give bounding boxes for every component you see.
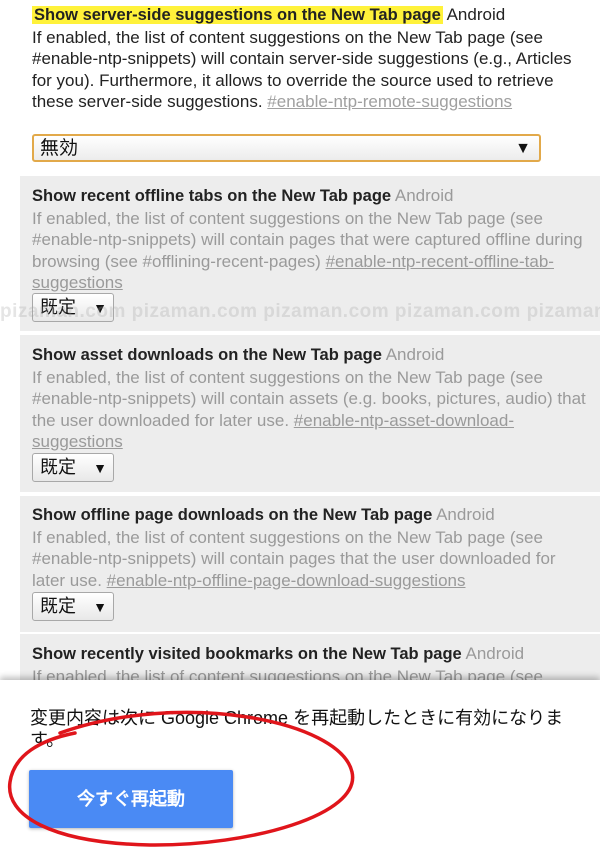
flag-ntp-recent-bookmarks: Show recently visited bookmarks on the N… [20,634,600,680]
flag-ntp-remote-suggestions: Show server-side suggestions on the New … [20,0,600,170]
flag-title: Show offline page downloads on the New T… [32,506,433,524]
dropdown-arrow-icon: ▼ [93,599,107,615]
flag-description: If enabled, the list of content suggesti… [32,208,583,293]
flag-select[interactable]: 既定 ▼ [32,592,114,621]
flag-select[interactable]: 既定 ▼ [32,293,114,322]
flag-platform: Android [394,186,454,205]
select-value: 既定 [40,457,76,477]
restart-message: 変更内容は次に Google Chrome を再起動したときに有効になります。 [30,708,564,750]
chrome-flags-page: Show server-side suggestions on the New … [0,0,600,851]
flag-ntp-asset-download-suggestions: Show asset downloads on the New Tab page… [20,335,600,492]
dropdown-arrow-icon: ▼ [93,460,107,476]
flag-link[interactable]: #enable-ntp-offline-page-download-sugges… [107,571,466,590]
flag-ntp-recent-offline-tab-suggestions: Show recent offline tabs on the New Tab … [20,176,600,331]
restart-now-button[interactable]: 今すぐ再起動 [29,770,233,828]
flag-select[interactable]: 既定 ▼ [32,453,114,482]
flag-link[interactable]: #enable-ntp-remote-suggestions [267,92,512,111]
flag-platform: Android [465,644,525,663]
select-value: 無効 [40,138,79,159]
flags-list[interactable]: Show server-side suggestions on the New … [0,0,600,680]
flag-description: If enabled, the list of content suggesti… [32,527,556,590]
dropdown-arrow-icon: ▼ [93,300,107,316]
flag-title: Show server-side suggestions on the New … [32,6,443,24]
flag-platform: Android [385,345,445,364]
flag-title: Show asset downloads on the New Tab page [32,346,382,364]
select-value: 既定 [40,297,76,317]
dropdown-arrow-icon: ▼ [515,140,531,157]
flag-description: If enabled, the list of content suggesti… [32,367,586,452]
flag-platform: Android [436,505,495,524]
select-value: 既定 [40,596,76,616]
flag-title: Show recent offline tabs on the New Tab … [32,187,392,205]
flag-ntp-offline-page-download-suggestions: Show offline page downloads on the New T… [20,496,600,632]
flag-description: If enabled, the list of content suggesti… [32,666,543,681]
flag-title: Show recently visited bookmarks on the N… [32,645,462,663]
flag-platform: Android [446,5,506,24]
flag-select[interactable]: 無効 ▼ [32,134,541,162]
restart-panel: 変更内容は次に Google Chrome を再起動したときに有効になります。 … [0,680,600,851]
flag-description: If enabled, the list of content suggesti… [32,27,572,112]
